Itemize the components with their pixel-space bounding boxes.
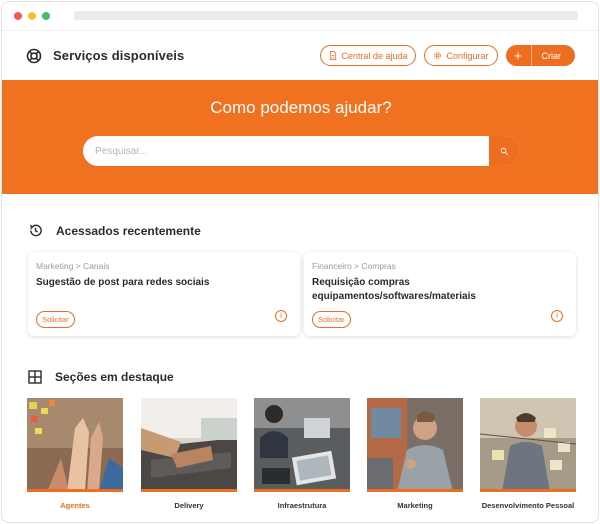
tile-image [367, 398, 463, 492]
lifebuoy-icon [26, 48, 42, 63]
request-button[interactable]: Solicitar [36, 311, 75, 328]
request-button[interactable]: Solicitar [312, 311, 351, 328]
page-title: Serviços disponíveis [53, 48, 185, 63]
close-dot[interactable] [14, 12, 22, 20]
minimize-dot[interactable] [28, 12, 36, 20]
section-tile-desenvolvimento-pessoal[interactable]: Desenvolvimento Pessoal [480, 398, 576, 510]
tile-image [254, 398, 350, 492]
recent-card[interactable]: Financeiro > Compras Requisição compras … [304, 252, 576, 336]
search-box [83, 136, 519, 166]
card-breadcrumb: Marketing > Canais [36, 261, 110, 271]
section-tile-infraestrutura[interactable]: Infraestrutura [254, 398, 350, 510]
card-breadcrumb: Financeiro > Compras [312, 261, 396, 271]
recent-card[interactable]: Marketing > Canais Sugestão de post para… [28, 252, 300, 336]
gear-icon [434, 52, 442, 59]
history-icon [29, 224, 42, 237]
document-icon [330, 51, 337, 60]
card-title: Sugestão de post para redes sociais [36, 277, 210, 288]
tile-image [141, 398, 237, 492]
info-icon[interactable]: i [551, 310, 563, 322]
browser-window: Serviços disponíveis Central de ajuda Co… [1, 1, 599, 523]
tile-label: Infraestrutura [277, 501, 327, 510]
recent-heading-text: Acessados recentemente [56, 223, 201, 238]
tile-image [27, 398, 123, 492]
create-button[interactable]: + Criar [505, 45, 575, 66]
browser-chrome [2, 2, 598, 30]
hero-title: Como podemos ajudar? [210, 98, 392, 117]
search-icon [500, 147, 508, 155]
tile-label: Desenvolvimento Pessoal [481, 501, 575, 510]
card-title: Requisição compras equipamentos/software… [312, 277, 476, 302]
configure-button[interactable]: Configurar [424, 45, 498, 66]
section-tile-marketing[interactable]: Marketing [367, 398, 463, 510]
recent-section-heading: Acessados recentemente [28, 223, 201, 238]
info-icon[interactable]: i [275, 310, 287, 322]
hero-banner: Como podemos ajudar? [2, 80, 598, 194]
featured-heading-text: Seções em destaque [55, 370, 174, 384]
help-center-button[interactable]: Central de ajuda [320, 45, 417, 66]
app-header: Serviços disponíveis Central de ajuda Co… [2, 30, 598, 80]
tile-label: Agentes [60, 501, 90, 510]
plus-icon: + [506, 45, 532, 66]
create-label: Criar [541, 50, 562, 61]
grid-icon [28, 370, 42, 384]
section-tile-agentes[interactable]: Agentes [27, 398, 123, 510]
address-bar[interactable] [74, 11, 578, 20]
search-input[interactable] [83, 145, 488, 157]
tile-image [480, 398, 576, 492]
maximize-dot[interactable] [42, 12, 50, 20]
featured-section-heading: Seções em destaque [28, 370, 174, 384]
help-center-label: Central de ajuda [341, 50, 408, 61]
configure-label: Configurar [446, 50, 489, 61]
tile-label: Delivery [174, 501, 204, 510]
tile-label: Marketing [397, 501, 433, 510]
section-tile-delivery[interactable]: Delivery [141, 398, 237, 510]
search-button[interactable] [488, 136, 519, 166]
